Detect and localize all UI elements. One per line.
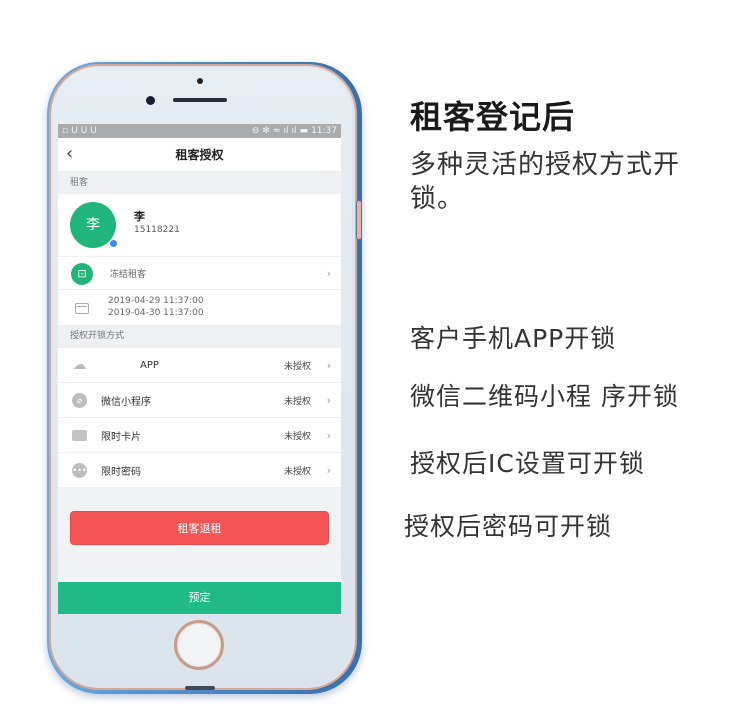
status-right-icons: ⊖ ✻ ≈ ıl ıl ▬ 11:37 [252,126,337,136]
tenant-checkout-button[interactable]: 租客退租 [70,511,329,545]
verified-badge-icon [109,239,118,248]
calendar-icon [75,303,89,314]
method-label: 限时卡片 [101,431,141,443]
tenant-phone: 15118221 [134,225,180,235]
notification-icon: ▫ [62,126,69,136]
auth-status: 未授权 [283,361,311,372]
wifi-icon: ≈ [272,126,281,136]
alarm-icon: ⊖ [251,126,260,136]
chevron-right-icon: › [326,428,331,442]
date-range-row: 2019-04-29 11:37:00 2019-04-30 11:37:00 [58,289,341,325]
method-row-timed-card[interactable]: 限时卡片 未授权 › [58,417,341,452]
method-row-app[interactable]: ☁ APP 未授权 › [58,347,341,382]
status-bar: ▫ U U U ⊖ ✻ ≈ ıl ıl ▬ 11:37 [58,124,341,138]
method-label: APP [140,359,159,371]
chevron-right-icon: › [326,266,331,280]
front-camera-icon [146,96,155,105]
app-icon: U [71,126,78,136]
bluetooth-icon: ✻ [262,126,270,136]
chevron-right-icon: › [326,358,331,372]
method-row-wechat-miniprogram[interactable]: ⌀ 微信小程序 未授权 › [58,382,341,417]
link-icon: ⌀ [72,392,87,408]
freeze-tenant-row[interactable]: ⊡ 冻结租客 › [58,256,341,289]
feature-item: 授权后IC设置可开锁 [410,449,645,478]
home-button[interactable] [174,620,224,670]
method-label: 微信小程序 [101,396,151,408]
auth-status: 未授权 [283,466,311,477]
reserve-button[interactable]: 预定 [58,582,341,614]
start-date: 2019-04-29 11:37:00 [108,296,204,306]
proximity-sensor [197,78,203,84]
method-label: 限时密码 [101,466,141,478]
page-title: 租客授权 [175,148,224,162]
side-button [356,200,362,240]
battery-icon: ▬ [299,126,309,136]
method-row-timed-password[interactable]: ••• 限时密码 未授权 › [58,452,341,487]
feature-item: 客户手机APP开锁 [410,324,617,353]
charging-port [185,686,215,690]
phone-screen: ▫ U U U ⊖ ✻ ≈ ıl ıl ▬ 11:37 ‹ 租客授权 租客 李 … [58,124,341,614]
chevron-right-icon: › [326,393,331,407]
feature-item: 授权后密码可开锁 [404,512,613,541]
nav-bar: ‹ 租客授权 [58,138,341,172]
tenant-card[interactable]: 李 李 15118221 [58,194,341,256]
earpiece-speaker [173,98,227,102]
cloud-icon: ☁ [72,356,87,373]
freeze-tenant-label: 冻结租客 [110,269,147,280]
auth-status: 未授权 [283,396,311,407]
unlock-methods-header: 授权开锁方式 [58,325,341,347]
unlock-icon: ⊡ [71,263,93,285]
back-button[interactable]: ‹ [66,142,88,166]
signal-icon: ıl [283,126,289,136]
card-icon [72,429,87,441]
status-left-icons: ▫ U U U [62,126,97,136]
status-time: 11:37 [311,126,337,136]
more-icon: ••• [72,462,87,478]
signal-icon: ıl [291,126,297,136]
app-icon: U [90,126,97,136]
auth-status: 未授权 [283,431,311,442]
promo-subline: 多种灵活的授权方式开锁。 [410,150,681,214]
feature-item: 微信二维码小程 序开锁 [410,382,679,411]
date-range: 2019-04-29 11:37:00 2019-04-30 11:37:00 [108,295,204,319]
tenant-name: 李 [134,210,145,223]
chevron-right-icon: › [326,463,331,477]
end-date: 2019-04-30 11:37:00 [108,308,204,318]
promo-headline: 租客登记后 [410,98,576,136]
app-icon: U [80,126,88,136]
tenant-section-header: 租客 [58,172,341,194]
